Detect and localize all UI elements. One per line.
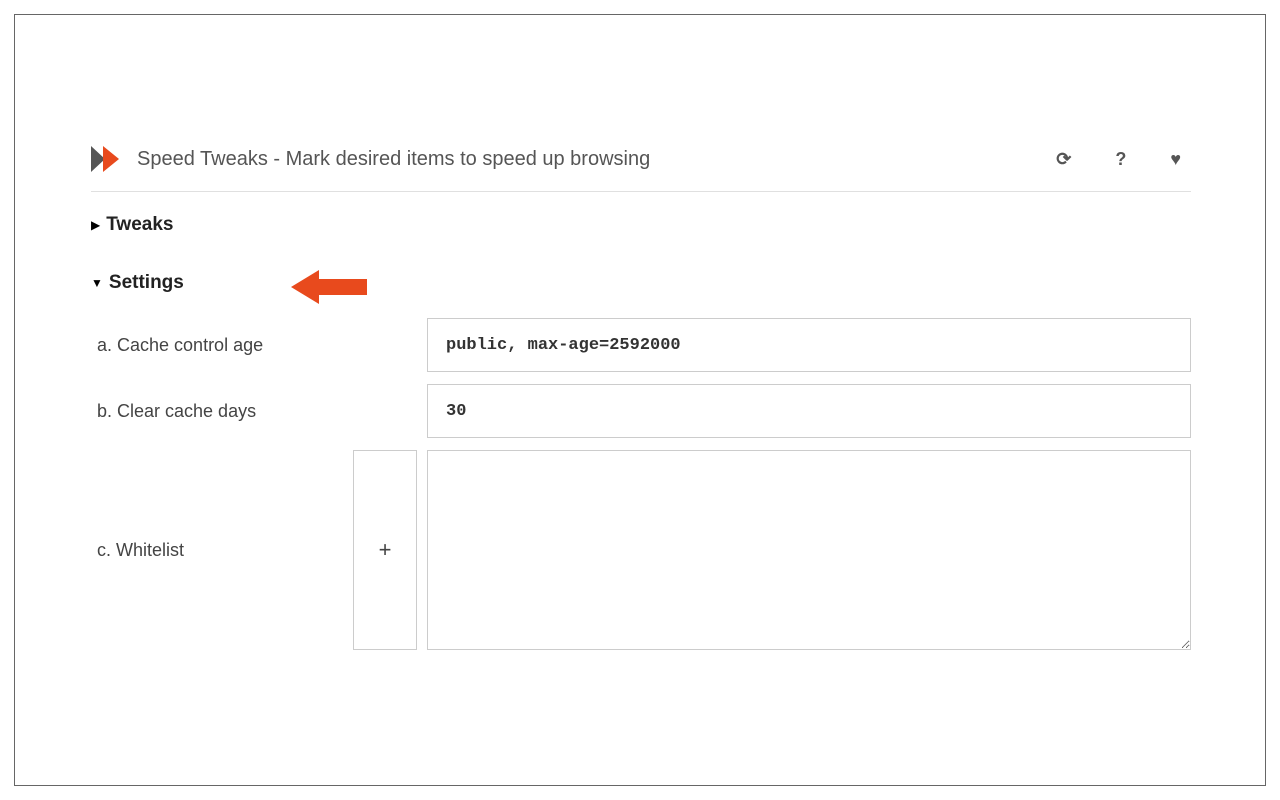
disclosure-down-icon: ▼ (91, 276, 103, 290)
help-icon[interactable]: ? (1115, 150, 1126, 168)
settings-row-cache-control-age: a. Cache control age (91, 318, 1191, 372)
section-tweaks: ▶ Tweaks (91, 214, 1191, 236)
settings-body: a. Cache control age b. Clear cache days… (91, 318, 1191, 650)
page-header: Speed Tweaks - Mark desired items to spe… (91, 145, 1191, 192)
whitelist-label: c. Whitelist (91, 450, 353, 650)
fast-forward-icon (91, 145, 125, 173)
clear-cache-days-input[interactable] (427, 384, 1191, 438)
cache-control-age-input[interactable] (427, 318, 1191, 372)
section-tweaks-header[interactable]: ▶ Tweaks (91, 214, 1191, 236)
whitelist-add-button[interactable]: + (353, 450, 417, 650)
cache-control-age-label: a. Cache control age (91, 318, 427, 372)
app-frame: Speed Tweaks - Mark desired items to spe… (14, 14, 1266, 786)
content-area: Speed Tweaks - Mark desired items to spe… (91, 145, 1191, 662)
app-logo (91, 145, 137, 173)
reload-icon[interactable]: ⟳ (1056, 150, 1071, 168)
clear-cache-days-label: b. Clear cache days (91, 384, 427, 438)
whitelist-textarea[interactable] (427, 450, 1191, 650)
header-toolbar: ⟳ ? ♥ (1056, 150, 1191, 168)
section-settings-header[interactable]: ▼ Settings (91, 272, 1191, 294)
plus-icon: + (379, 537, 392, 563)
heart-icon[interactable]: ♥ (1170, 150, 1181, 168)
disclosure-right-icon: ▶ (91, 218, 100, 232)
section-settings: ▼ Settings a. Cache control age b. Clear… (91, 272, 1191, 650)
settings-row-whitelist: c. Whitelist + (91, 450, 1191, 650)
page-title: Speed Tweaks - Mark desired items to spe… (137, 148, 1056, 171)
settings-row-clear-cache-days: b. Clear cache days (91, 384, 1191, 438)
section-tweaks-title: Tweaks (106, 214, 173, 236)
section-settings-title: Settings (109, 272, 184, 294)
